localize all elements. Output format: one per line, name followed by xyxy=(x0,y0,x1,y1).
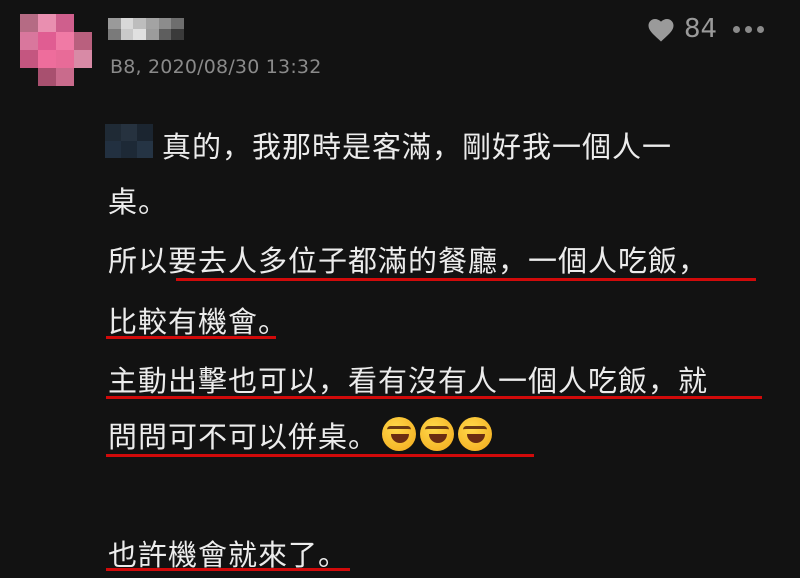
highlight-underline xyxy=(176,278,756,281)
post-content: 真的，我那時是客滿，剛好我一個人一 桌。 所以要去人多位子都滿的餐廳，一個人吃飯… xyxy=(0,0,800,578)
content-line-2: 桌。 xyxy=(108,185,169,219)
content-line-6-text: 問問可不可以併桌。 xyxy=(108,420,379,454)
content-line-4: 比較有機會。 xyxy=(108,305,289,339)
content-line-1: 真的，我那時是客滿，剛好我一個人一 xyxy=(162,130,673,164)
rolling-on-floor-laughing-emoji xyxy=(420,417,455,451)
rolling-on-floor-laughing-emoji xyxy=(458,417,493,451)
content-line-5: 主動出擊也可以，看有沒有人一個人吃飯，就 xyxy=(108,364,709,398)
highlight-underline xyxy=(106,568,350,571)
rolling-on-floor-laughing-emoji xyxy=(382,417,417,451)
highlight-underline xyxy=(106,336,276,339)
highlight-underline xyxy=(106,454,534,457)
mention-tag-redacted[interactable] xyxy=(105,124,153,158)
content-line-6: 問問可不可以併桌。 xyxy=(108,414,493,456)
content-line-3: 所以要去人多位子都滿的餐廳，一個人吃飯， xyxy=(108,244,709,278)
highlight-underline xyxy=(106,396,762,399)
